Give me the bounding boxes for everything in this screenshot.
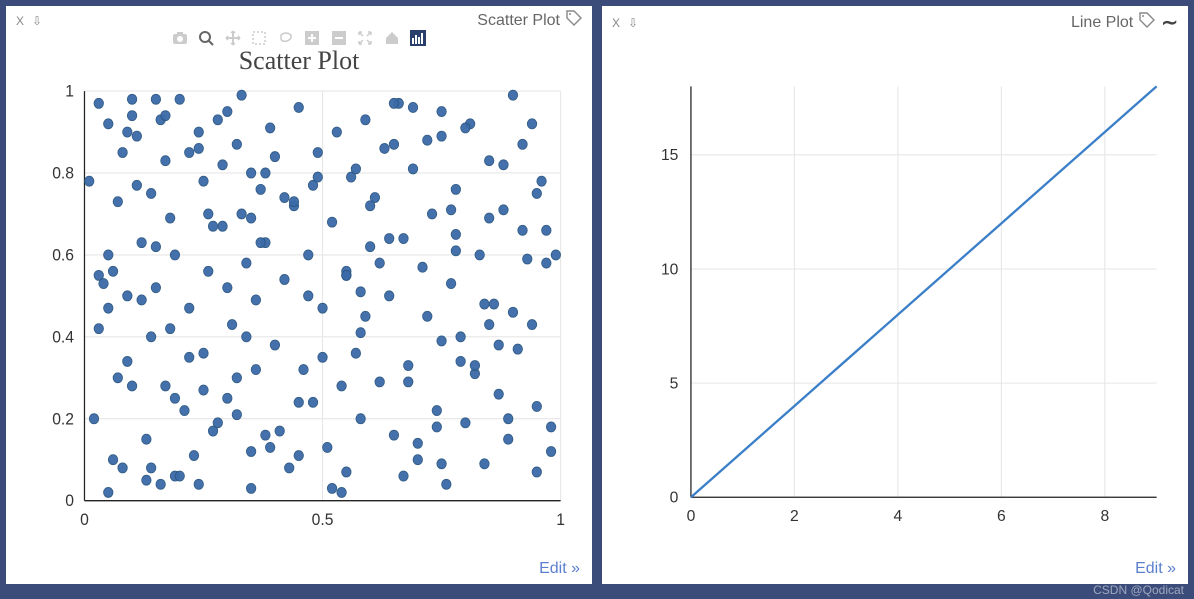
panel-header: X ⇩ Line Plot ∼ <box>602 6 1188 35</box>
edit-link[interactable]: Edit » <box>6 556 592 584</box>
scatter-chart[interactable]: 0 0.2 0.4 0.6 0.8 1 0 0.5 1 <box>6 80 592 556</box>
close-icon[interactable]: X <box>612 16 620 30</box>
line-panel: X ⇩ Line Plot ∼ 0 5 10 15 0 2 4 6 8 Edit » <box>602 6 1188 584</box>
pin-icon[interactable]: ⇩ <box>32 14 42 28</box>
line-glyph-icon[interactable]: ∼ <box>1161 10 1178 35</box>
zoom-out-icon[interactable] <box>330 29 348 47</box>
svg-text:0: 0 <box>65 492 74 510</box>
pin-icon[interactable]: ⇩ <box>628 16 638 30</box>
close-icon[interactable]: X <box>16 14 24 28</box>
zoom-in-icon[interactable] <box>303 29 321 47</box>
line-chart[interactable]: 0 5 10 15 0 2 4 6 8 <box>602 65 1188 556</box>
camera-icon[interactable] <box>171 29 189 47</box>
box-select-icon[interactable] <box>250 29 268 47</box>
home-icon[interactable] <box>383 29 401 47</box>
edit-link[interactable]: Edit » <box>602 556 1188 584</box>
svg-text:10: 10 <box>661 261 679 278</box>
zoom-icon[interactable] <box>197 29 215 47</box>
pan-icon[interactable] <box>224 29 242 47</box>
svg-text:1: 1 <box>556 511 565 529</box>
svg-text:15: 15 <box>661 147 679 164</box>
svg-text:0.6: 0.6 <box>52 246 74 264</box>
svg-text:0.4: 0.4 <box>52 328 74 346</box>
panel-label: Scatter Plot <box>477 12 560 30</box>
watermark: CSDN @Qodicat <box>1093 583 1184 597</box>
autoscale-icon[interactable] <box>356 29 374 47</box>
svg-text:0.8: 0.8 <box>52 164 74 182</box>
tag-icon[interactable] <box>566 10 582 31</box>
svg-text:0.2: 0.2 <box>52 410 74 428</box>
panel-label: Line Plot <box>1071 14 1133 32</box>
scatter-panel: X ⇩ Scatter Plot Scatter Plot 0 0.2 <box>6 6 592 584</box>
svg-text:4: 4 <box>894 508 903 525</box>
plotly-logo-icon[interactable] <box>409 29 427 47</box>
svg-text:5: 5 <box>670 375 679 392</box>
svg-text:6: 6 <box>997 508 1006 525</box>
svg-text:2: 2 <box>790 508 799 525</box>
svg-text:0: 0 <box>80 511 89 529</box>
panel-header: X ⇩ Scatter Plot <box>6 6 592 31</box>
svg-text:0: 0 <box>670 490 679 507</box>
svg-text:0.5: 0.5 <box>312 511 334 529</box>
chart-title: Scatter Plot <box>6 46 592 76</box>
svg-text:1: 1 <box>65 82 74 100</box>
svg-text:8: 8 <box>1101 508 1110 525</box>
tag-icon[interactable] <box>1139 12 1155 33</box>
svg-text:0: 0 <box>687 508 696 525</box>
lasso-icon[interactable] <box>277 29 295 47</box>
